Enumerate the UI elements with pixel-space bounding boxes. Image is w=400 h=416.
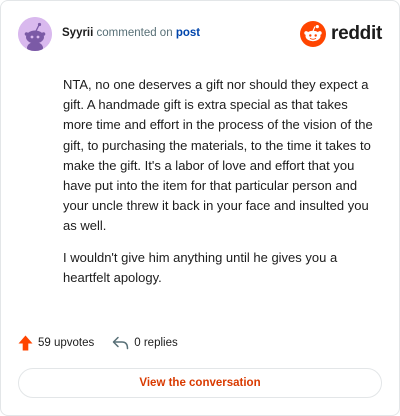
username-link[interactable]: Syyrii: [62, 27, 93, 39]
post-link[interactable]: post: [176, 27, 200, 39]
action-text: commented on: [96, 27, 173, 39]
comment-embed-card: Syyrii commented on post reddit NTA, no …: [0, 0, 400, 416]
comment-byline: Syyrii commented on post: [62, 27, 200, 39]
reddit-wordmark: reddit: [331, 23, 382, 44]
comment-paragraph: I wouldn't give him anything until he gi…: [63, 249, 338, 285]
reddit-logo[interactable]: reddit: [300, 21, 382, 47]
comment-body: NTA, no one deserves a gift nor should t…: [63, 75, 379, 299]
avatar[interactable]: [18, 17, 52, 51]
comment-header: Syyrii commented on post reddit: [18, 17, 382, 51]
reddit-alien-icon: [300, 21, 327, 47]
replies-count: 0 replies: [134, 337, 178, 349]
upvote-arrow-icon: [18, 335, 33, 351]
comment-footer: 59 upvotes 0 replies: [18, 333, 178, 353]
upvotes-stat[interactable]: 59 upvotes: [18, 335, 94, 351]
view-conversation-label: View the conversation: [139, 377, 261, 389]
replies-stat[interactable]: 0 replies: [112, 336, 178, 350]
view-conversation-button[interactable]: View the conversation: [18, 368, 382, 398]
comment-paragraph: NTA, no one deserves a gift nor should t…: [63, 77, 373, 234]
upvotes-count: 59 upvotes: [38, 337, 95, 349]
reply-arrow-icon: [113, 336, 129, 350]
snoo-avatar-icon: [18, 17, 52, 51]
